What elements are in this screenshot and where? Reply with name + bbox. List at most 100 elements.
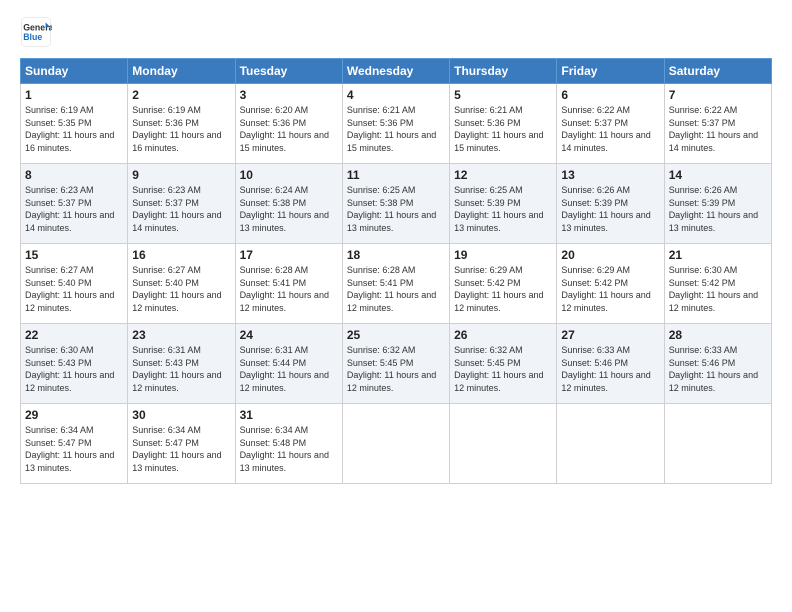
- calendar-day-cell: 13 Sunrise: 6:26 AMSunset: 5:39 PMDaylig…: [557, 164, 664, 244]
- calendar-day-cell: [342, 404, 449, 484]
- day-info: Sunrise: 6:26 AMSunset: 5:39 PMDaylight:…: [669, 185, 758, 233]
- calendar-day-cell: 22 Sunrise: 6:30 AMSunset: 5:43 PMDaylig…: [21, 324, 128, 404]
- calendar-day-header: Saturday: [664, 59, 771, 84]
- day-number: 25: [347, 328, 445, 342]
- logo-icon: General Blue: [20, 16, 52, 48]
- calendar-day-cell: 28 Sunrise: 6:33 AMSunset: 5:46 PMDaylig…: [664, 324, 771, 404]
- calendar-day-cell: 6 Sunrise: 6:22 AMSunset: 5:37 PMDayligh…: [557, 84, 664, 164]
- day-number: 15: [25, 248, 123, 262]
- calendar-day-cell: 4 Sunrise: 6:21 AMSunset: 5:36 PMDayligh…: [342, 84, 449, 164]
- calendar-day-header: Sunday: [21, 59, 128, 84]
- calendar-day-cell: 2 Sunrise: 6:19 AMSunset: 5:36 PMDayligh…: [128, 84, 235, 164]
- day-number: 16: [132, 248, 230, 262]
- calendar-week-row: 8 Sunrise: 6:23 AMSunset: 5:37 PMDayligh…: [21, 164, 772, 244]
- calendar-day-cell: 24 Sunrise: 6:31 AMSunset: 5:44 PMDaylig…: [235, 324, 342, 404]
- day-info: Sunrise: 6:34 AMSunset: 5:47 PMDaylight:…: [132, 425, 221, 473]
- day-info: Sunrise: 6:25 AMSunset: 5:39 PMDaylight:…: [454, 185, 543, 233]
- calendar-day-cell: 26 Sunrise: 6:32 AMSunset: 5:45 PMDaylig…: [450, 324, 557, 404]
- day-info: Sunrise: 6:29 AMSunset: 5:42 PMDaylight:…: [561, 265, 650, 313]
- day-info: Sunrise: 6:32 AMSunset: 5:45 PMDaylight:…: [347, 345, 436, 393]
- day-number: 29: [25, 408, 123, 422]
- day-number: 3: [240, 88, 338, 102]
- calendar-day-cell: 8 Sunrise: 6:23 AMSunset: 5:37 PMDayligh…: [21, 164, 128, 244]
- calendar-day-cell: 7 Sunrise: 6:22 AMSunset: 5:37 PMDayligh…: [664, 84, 771, 164]
- calendar-day-header: Thursday: [450, 59, 557, 84]
- day-number: 31: [240, 408, 338, 422]
- day-number: 14: [669, 168, 767, 182]
- calendar-week-row: 15 Sunrise: 6:27 AMSunset: 5:40 PMDaylig…: [21, 244, 772, 324]
- calendar-day-header: Wednesday: [342, 59, 449, 84]
- day-number: 18: [347, 248, 445, 262]
- day-number: 9: [132, 168, 230, 182]
- calendar-week-row: 29 Sunrise: 6:34 AMSunset: 5:47 PMDaylig…: [21, 404, 772, 484]
- day-number: 11: [347, 168, 445, 182]
- calendar-day-cell: 12 Sunrise: 6:25 AMSunset: 5:39 PMDaylig…: [450, 164, 557, 244]
- day-info: Sunrise: 6:19 AMSunset: 5:36 PMDaylight:…: [132, 105, 221, 153]
- day-info: Sunrise: 6:23 AMSunset: 5:37 PMDaylight:…: [132, 185, 221, 233]
- day-number: 13: [561, 168, 659, 182]
- day-info: Sunrise: 6:19 AMSunset: 5:35 PMDaylight:…: [25, 105, 114, 153]
- day-number: 10: [240, 168, 338, 182]
- day-info: Sunrise: 6:27 AMSunset: 5:40 PMDaylight:…: [132, 265, 221, 313]
- day-number: 27: [561, 328, 659, 342]
- day-number: 12: [454, 168, 552, 182]
- day-number: 23: [132, 328, 230, 342]
- calendar-day-cell: 18 Sunrise: 6:28 AMSunset: 5:41 PMDaylig…: [342, 244, 449, 324]
- day-info: Sunrise: 6:31 AMSunset: 5:44 PMDaylight:…: [240, 345, 329, 393]
- day-info: Sunrise: 6:22 AMSunset: 5:37 PMDaylight:…: [561, 105, 650, 153]
- calendar-day-cell: 25 Sunrise: 6:32 AMSunset: 5:45 PMDaylig…: [342, 324, 449, 404]
- day-info: Sunrise: 6:32 AMSunset: 5:45 PMDaylight:…: [454, 345, 543, 393]
- svg-text:Blue: Blue: [23, 32, 42, 42]
- day-info: Sunrise: 6:28 AMSunset: 5:41 PMDaylight:…: [347, 265, 436, 313]
- day-info: Sunrise: 6:27 AMSunset: 5:40 PMDaylight:…: [25, 265, 114, 313]
- day-number: 6: [561, 88, 659, 102]
- day-info: Sunrise: 6:20 AMSunset: 5:36 PMDaylight:…: [240, 105, 329, 153]
- calendar-day-cell: 16 Sunrise: 6:27 AMSunset: 5:40 PMDaylig…: [128, 244, 235, 324]
- calendar-day-cell: 15 Sunrise: 6:27 AMSunset: 5:40 PMDaylig…: [21, 244, 128, 324]
- day-info: Sunrise: 6:21 AMSunset: 5:36 PMDaylight:…: [347, 105, 436, 153]
- calendar-day-cell: 14 Sunrise: 6:26 AMSunset: 5:39 PMDaylig…: [664, 164, 771, 244]
- day-number: 19: [454, 248, 552, 262]
- day-info: Sunrise: 6:22 AMSunset: 5:37 PMDaylight:…: [669, 105, 758, 153]
- calendar-day-cell: [557, 404, 664, 484]
- day-info: Sunrise: 6:33 AMSunset: 5:46 PMDaylight:…: [669, 345, 758, 393]
- day-info: Sunrise: 6:24 AMSunset: 5:38 PMDaylight:…: [240, 185, 329, 233]
- calendar-header-row: SundayMondayTuesdayWednesdayThursdayFrid…: [21, 59, 772, 84]
- calendar-day-cell: 31 Sunrise: 6:34 AMSunset: 5:48 PMDaylig…: [235, 404, 342, 484]
- day-number: 22: [25, 328, 123, 342]
- day-number: 30: [132, 408, 230, 422]
- day-number: 1: [25, 88, 123, 102]
- calendar-day-header: Monday: [128, 59, 235, 84]
- day-number: 28: [669, 328, 767, 342]
- day-number: 17: [240, 248, 338, 262]
- calendar-day-cell: 21 Sunrise: 6:30 AMSunset: 5:42 PMDaylig…: [664, 244, 771, 324]
- calendar-day-cell: 29 Sunrise: 6:34 AMSunset: 5:47 PMDaylig…: [21, 404, 128, 484]
- day-number: 26: [454, 328, 552, 342]
- calendar-day-cell: 1 Sunrise: 6:19 AMSunset: 5:35 PMDayligh…: [21, 84, 128, 164]
- calendar-page: General Blue SundayMondayTuesdayWednesda…: [0, 0, 792, 612]
- svg-text:General: General: [23, 22, 52, 32]
- day-number: 8: [25, 168, 123, 182]
- day-info: Sunrise: 6:30 AMSunset: 5:43 PMDaylight:…: [25, 345, 114, 393]
- page-header: General Blue: [20, 16, 772, 48]
- day-number: 7: [669, 88, 767, 102]
- calendar-week-row: 1 Sunrise: 6:19 AMSunset: 5:35 PMDayligh…: [21, 84, 772, 164]
- day-info: Sunrise: 6:33 AMSunset: 5:46 PMDaylight:…: [561, 345, 650, 393]
- day-info: Sunrise: 6:31 AMSunset: 5:43 PMDaylight:…: [132, 345, 221, 393]
- calendar-day-cell: 3 Sunrise: 6:20 AMSunset: 5:36 PMDayligh…: [235, 84, 342, 164]
- calendar-day-cell: 27 Sunrise: 6:33 AMSunset: 5:46 PMDaylig…: [557, 324, 664, 404]
- day-number: 20: [561, 248, 659, 262]
- logo: General Blue: [20, 16, 52, 48]
- day-number: 24: [240, 328, 338, 342]
- calendar-day-cell: [450, 404, 557, 484]
- day-info: Sunrise: 6:25 AMSunset: 5:38 PMDaylight:…: [347, 185, 436, 233]
- day-info: Sunrise: 6:28 AMSunset: 5:41 PMDaylight:…: [240, 265, 329, 313]
- calendar-table: SundayMondayTuesdayWednesdayThursdayFrid…: [20, 58, 772, 484]
- calendar-day-cell: 5 Sunrise: 6:21 AMSunset: 5:36 PMDayligh…: [450, 84, 557, 164]
- day-info: Sunrise: 6:23 AMSunset: 5:37 PMDaylight:…: [25, 185, 114, 233]
- calendar-day-cell: 20 Sunrise: 6:29 AMSunset: 5:42 PMDaylig…: [557, 244, 664, 324]
- calendar-day-cell: 23 Sunrise: 6:31 AMSunset: 5:43 PMDaylig…: [128, 324, 235, 404]
- day-info: Sunrise: 6:29 AMSunset: 5:42 PMDaylight:…: [454, 265, 543, 313]
- day-info: Sunrise: 6:30 AMSunset: 5:42 PMDaylight:…: [669, 265, 758, 313]
- calendar-day-cell: 19 Sunrise: 6:29 AMSunset: 5:42 PMDaylig…: [450, 244, 557, 324]
